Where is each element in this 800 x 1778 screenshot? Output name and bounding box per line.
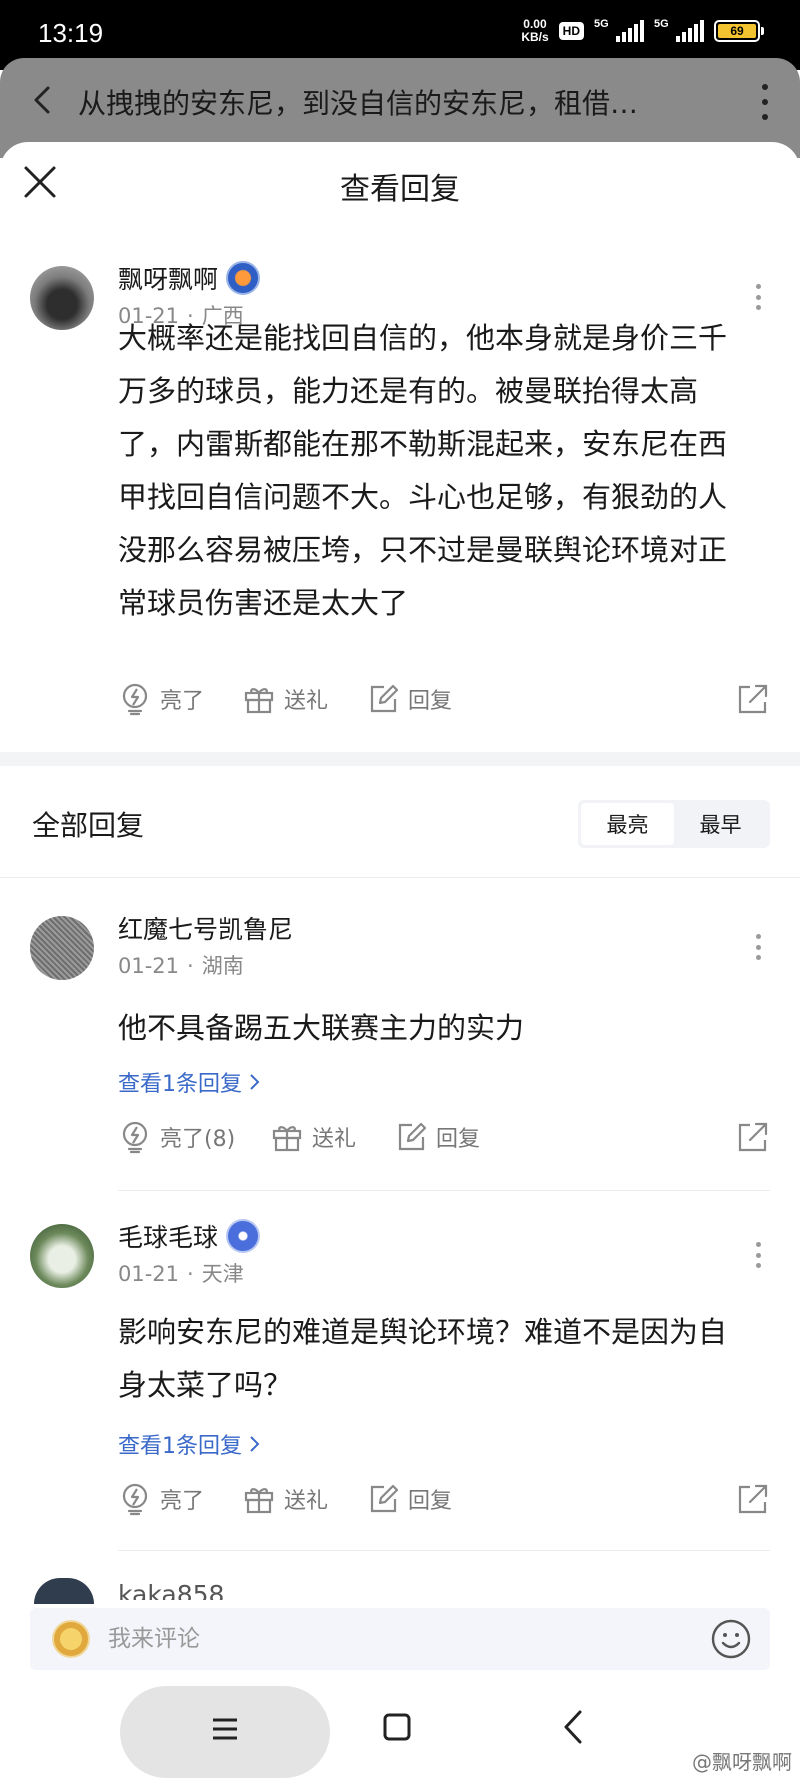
gift-button[interactable]: 送礼 (270, 1120, 356, 1154)
reply-sheet: 查看回复 飘呀飘啊 01-21 · 广西 大概率还是能找回自信的，他本身就是身价三千… (0, 142, 800, 1778)
sort-toggle: 最亮 最早 (578, 800, 770, 848)
comment-author[interactable]: 毛球毛球 (118, 1218, 261, 1254)
gift-icon (244, 688, 274, 714)
more-vertical-icon[interactable] (756, 934, 762, 960)
more-vertical-icon[interactable] (756, 284, 762, 310)
comment-actions: 亮了(8) 送礼 回复 (118, 1120, 770, 1160)
gift-label: 送礼 (284, 689, 329, 714)
comment-content: 大概率还是能找回自信的，他本身就是身价三千万多的球员，能力还是有的。被曼联抬得太… (118, 321, 728, 620)
like-button[interactable]: 亮了 (118, 682, 204, 716)
chevron-right-icon (250, 1074, 260, 1090)
lightning-bulb-icon (122, 1121, 148, 1154)
divider (118, 1190, 770, 1191)
edit-reply-icon (370, 1484, 399, 1513)
gift-button[interactable]: 送礼 (242, 682, 328, 716)
sort-option-hot[interactable]: 最亮 (581, 803, 674, 845)
back-arrow-icon[interactable] (26, 82, 62, 118)
user-badge-icon (226, 1219, 261, 1253)
smiley-icon[interactable] (710, 1618, 752, 1660)
avatar[interactable] (30, 266, 94, 330)
hd-icon: HD (558, 22, 584, 40)
comment-content: 影响安东尼的难道是舆论环境？难道不是因为自身太菜了吗？ (118, 1315, 728, 1402)
view-replies-link[interactable]: 查看1条回复 (118, 1428, 260, 1460)
more-vertical-icon[interactable] (762, 84, 770, 120)
username[interactable]: 红魔七号凯鲁尼 (118, 910, 293, 946)
comment-actions: 亮了 送礼 回复 (118, 1482, 770, 1522)
reply-label: 回复 (436, 1127, 481, 1152)
reply-button[interactable]: 回复 (394, 1120, 480, 1154)
gift-label: 送礼 (284, 1489, 329, 1514)
like-label: 亮了(8) (160, 1127, 236, 1152)
signal-label: 5G (654, 18, 669, 30)
menu-icon[interactable] (210, 1714, 240, 1744)
signal-label: 5G (594, 18, 609, 30)
reply-label: 回复 (408, 1489, 453, 1514)
comment-actions: 亮了 送礼 回复 (118, 682, 770, 722)
battery-level: 69 (718, 24, 756, 38)
back-arrow-icon[interactable] (556, 1708, 590, 1746)
net-speed-unit: KB/s (521, 30, 549, 44)
all-replies-title: 全部回复 (32, 809, 145, 842)
edit-reply-icon (370, 684, 399, 713)
like-label: 亮了 (160, 1489, 205, 1514)
avatar[interactable] (30, 1224, 94, 1288)
comment-meta: 01-21 · 天津 (118, 1258, 244, 1288)
reply-button[interactable]: 回复 (366, 682, 452, 716)
comment-location: 天津 (201, 1262, 244, 1286)
more-vertical-icon[interactable] (756, 1242, 762, 1268)
comment-meta: 01-21 · 湖南 (118, 950, 244, 980)
lightning-bulb-icon (122, 1483, 148, 1516)
chevron-right-icon (250, 1436, 260, 1452)
gift-label: 送礼 (312, 1127, 357, 1152)
like-button[interactable]: 亮了 (118, 1482, 204, 1516)
divider (0, 877, 800, 878)
comment-input[interactable] (108, 1620, 648, 1658)
comment-input-bar (30, 1608, 770, 1670)
status-time: 13:19 (38, 18, 104, 48)
comment-date: 01-21 (118, 954, 180, 978)
edit-reply-icon (398, 1122, 427, 1151)
share-icon[interactable] (736, 1120, 770, 1154)
signal-icon: 5G (654, 18, 704, 42)
username[interactable]: 飘呀飘啊 (118, 260, 218, 296)
watermark: @飘呀飘啊 (692, 1750, 792, 1774)
meta-separator: · (187, 954, 194, 978)
reply-button[interactable]: 回复 (366, 1482, 452, 1516)
gift-icon (244, 1488, 274, 1514)
system-nav-bar (0, 1686, 800, 1778)
section-divider (0, 752, 800, 766)
my-avatar (52, 1620, 90, 1658)
avatar[interactable] (30, 916, 94, 980)
divider (118, 1550, 770, 1551)
gift-icon (272, 1126, 302, 1152)
username[interactable]: kaka858 (118, 1580, 224, 1600)
like-button[interactable]: 亮了(8) (118, 1120, 235, 1154)
avatar[interactable] (34, 1578, 94, 1604)
sort-option-earliest[interactable]: 最早 (674, 803, 767, 845)
comment-date: 01-21 (118, 1262, 180, 1286)
page-title: 从拽拽的安东尼，到没自信的安东尼，租借… (78, 87, 639, 120)
gift-button[interactable]: 送礼 (242, 1482, 328, 1516)
sheet-title: 查看回复 (340, 172, 460, 207)
username[interactable]: 毛球毛球 (118, 1218, 218, 1254)
view-replies-link[interactable]: 查看1条回复 (118, 1066, 260, 1098)
signal-icon: 5G (594, 18, 644, 42)
view-replies-label[interactable]: 查看1条回复 (118, 1428, 242, 1460)
comment-location: 湖南 (201, 954, 244, 978)
like-label: 亮了 (160, 689, 205, 714)
home-square-icon[interactable] (380, 1710, 414, 1744)
status-indicators: 0.00 KB/s HD 5G 5G 69 (521, 18, 764, 44)
lightning-bulb-icon (122, 683, 148, 716)
view-replies-label[interactable]: 查看1条回复 (118, 1066, 242, 1098)
battery-icon: 69 (714, 20, 764, 42)
user-badge-icon (226, 261, 261, 295)
meta-separator: · (187, 1262, 194, 1286)
reply-label: 回复 (408, 689, 453, 714)
share-icon[interactable] (736, 1482, 770, 1516)
share-icon[interactable] (736, 682, 770, 716)
comment-author[interactable]: 红魔七号凯鲁尼 (118, 910, 293, 946)
comment-content: 他不具备踢五大联赛主力的实力 (118, 1011, 525, 1045)
network-speed: 0.00 KB/s (521, 18, 548, 44)
comment-author[interactable]: 飘呀飘啊 (118, 260, 261, 296)
